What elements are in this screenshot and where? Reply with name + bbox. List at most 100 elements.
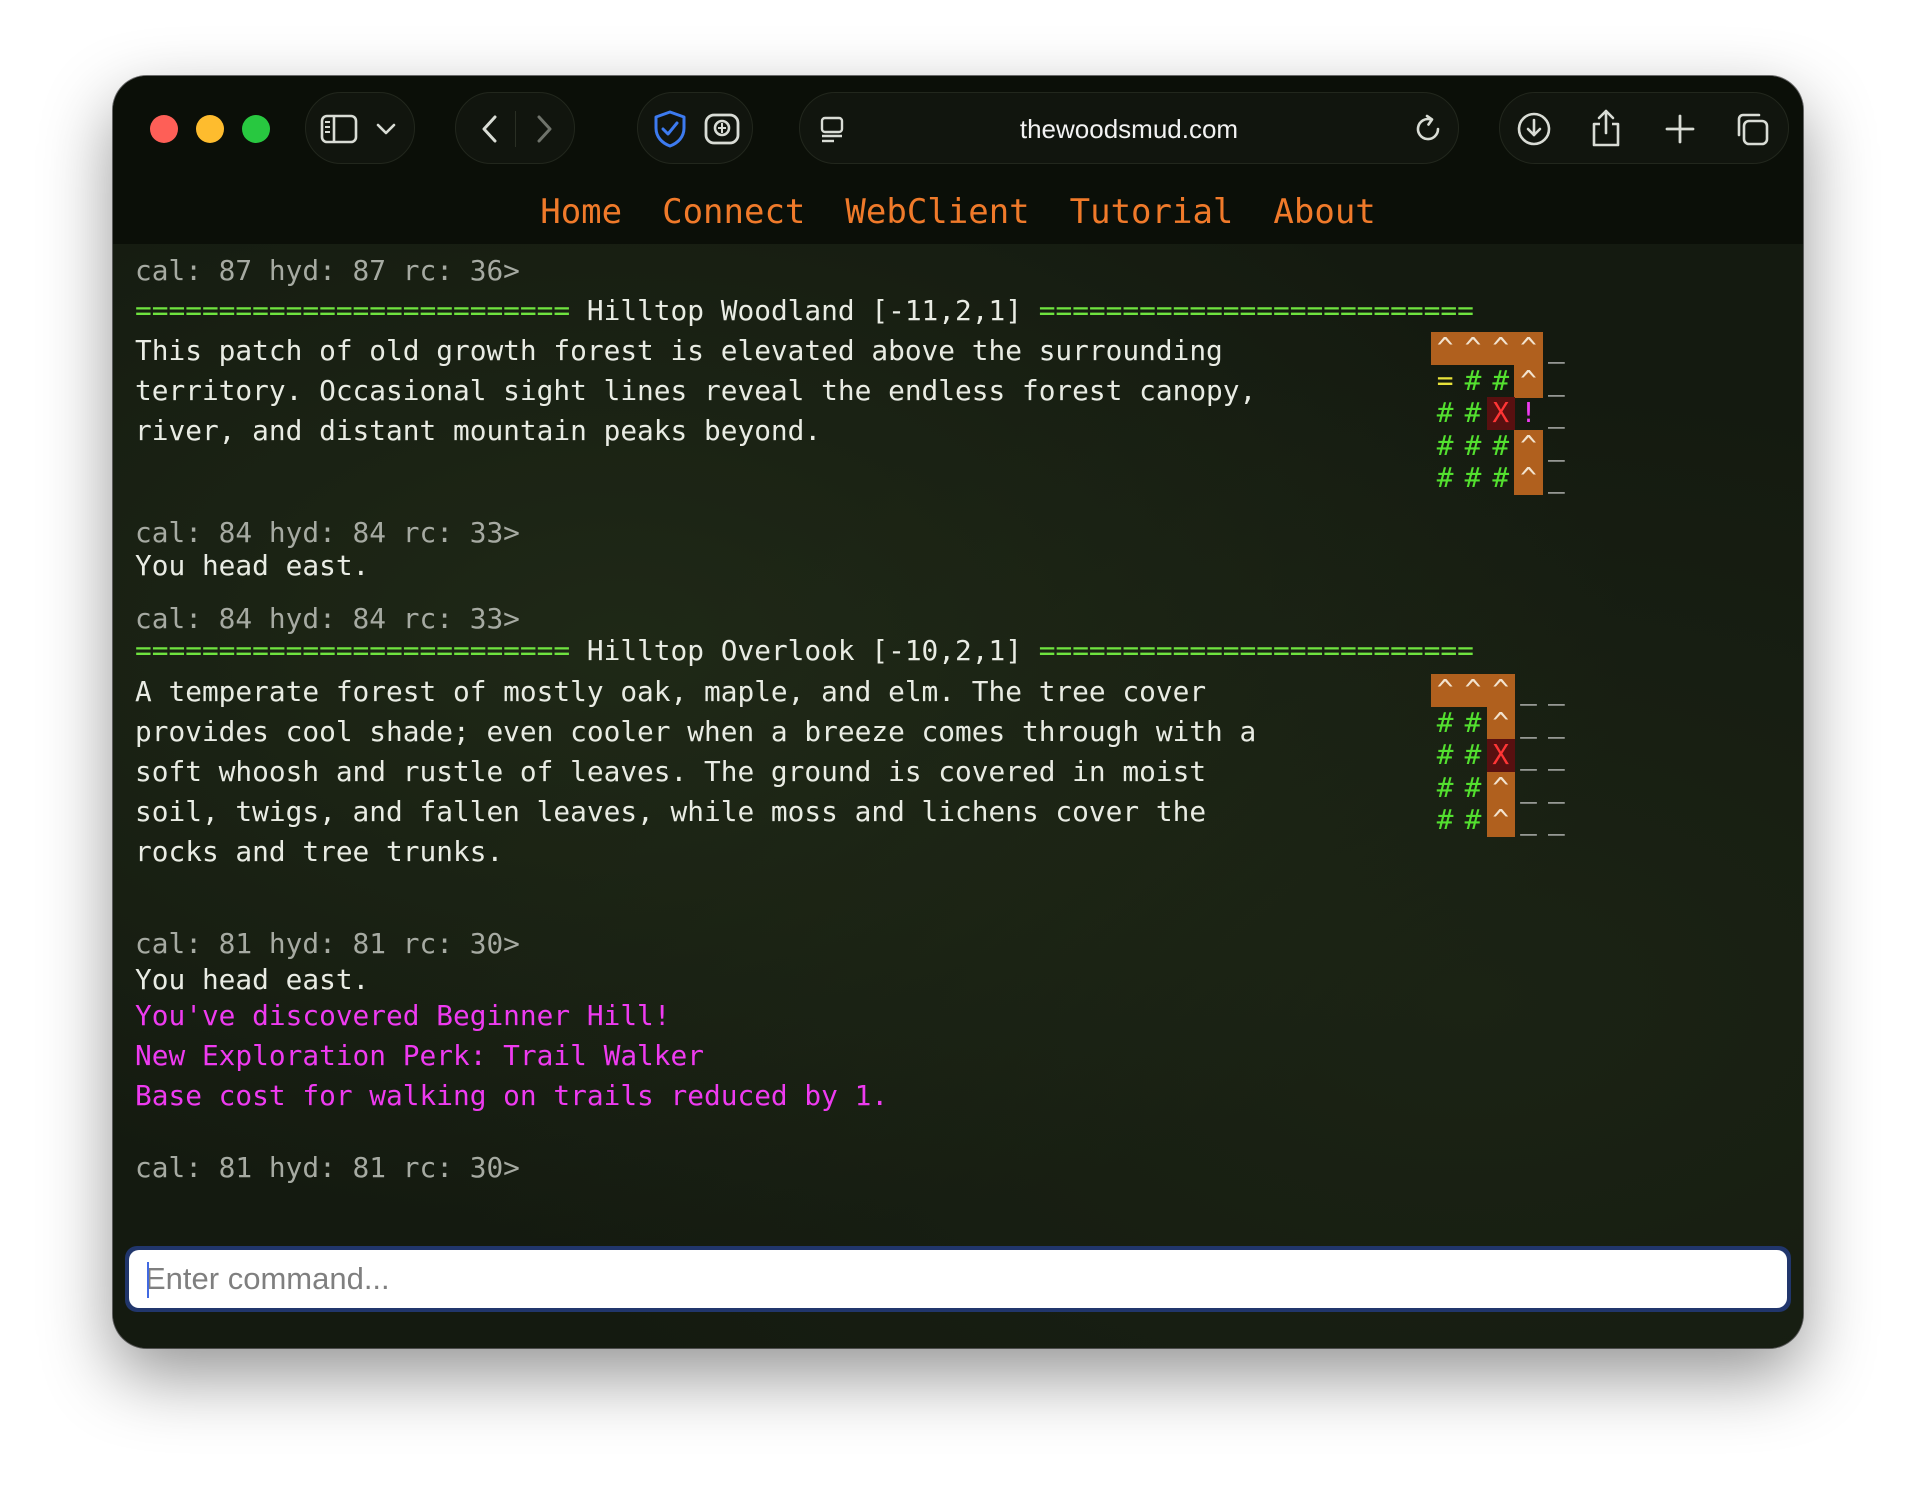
room-title: Hilltop Woodland [-11,2,1] <box>586 294 1022 327</box>
map-cell: # <box>1436 428 1454 462</box>
room-header-line: ========================== Hilltop Woodl… <box>135 291 1474 332</box>
map-cell: _ <box>1547 803 1565 837</box>
nav-about[interactable]: About <box>1273 192 1375 232</box>
map-cell: ^ <box>1514 429 1543 463</box>
minimize-window-button[interactable] <box>196 115 224 143</box>
map-cell: ^ <box>1486 706 1515 740</box>
nav-webclient[interactable]: WebClient <box>845 192 1029 232</box>
map-cell: _ <box>1520 705 1537 739</box>
extension-icon[interactable] <box>700 107 744 151</box>
map-cell: # <box>1436 803 1454 837</box>
prompt-line: cal: 81 hyd: 81 rc: 30> <box>135 927 520 960</box>
perk-description: Base cost for walking on trails reduced … <box>135 1079 889 1112</box>
map-cell: _ <box>1547 363 1565 397</box>
room-description-line: rocks and tree trunks. <box>135 835 504 868</box>
command-input[interactable] <box>129 1250 1787 1308</box>
map-cell: _ <box>1547 461 1565 495</box>
room-description-line: soft whoosh and rustle of leaves. The gr… <box>135 755 1207 788</box>
map-cell: _ <box>1520 803 1537 837</box>
room-description-line: soil, twigs, and fallen leaves, while mo… <box>135 795 1207 828</box>
map-cell: _ <box>1520 738 1537 772</box>
plus-icon[interactable] <box>1658 107 1702 151</box>
map-cell: ^ <box>1514 331 1543 366</box>
map-cell: ^ <box>1486 804 1515 838</box>
map-cell: # <box>1436 770 1454 804</box>
map-cell: _ <box>1547 673 1565 706</box>
shield-check-icon[interactable] <box>648 107 692 151</box>
map-cell: _ <box>1547 705 1565 739</box>
map-cell: ^ <box>1458 673 1488 708</box>
sidebar-pill <box>305 92 415 164</box>
map-cell: X <box>1486 396 1515 431</box>
extensions-pill <box>637 92 753 164</box>
map-cell: # <box>1464 738 1482 772</box>
map-cell: _ <box>1547 331 1565 364</box>
room-map-hilltop-woodland: ^ ^ ^ ^ _ = # # ^ _ # # X! _ # # # ^ _ # # # ^ _ <box>1431 331 1601 532</box>
output-line: You head east. <box>135 963 370 996</box>
map-cell: X <box>1486 738 1515 773</box>
browser-toolbar: thewoodsmud.com <box>113 76 1803 180</box>
forward-arrow-icon[interactable] <box>524 109 564 149</box>
url-text[interactable]: thewoodsmud.com <box>800 93 1458 165</box>
browser-window: thewoodsmud.com Home Connect WebClient T… <box>113 76 1803 1348</box>
prompt-line: cal: 81 hyd: 81 rc: 30> <box>135 1151 520 1184</box>
map-cell: ^ <box>1486 673 1515 708</box>
map-cell: _ <box>1520 673 1537 706</box>
reload-icon[interactable] <box>1408 109 1448 149</box>
map-cell: # <box>1492 428 1510 462</box>
room-title: Hilltop Overlook [-10,2,1] <box>586 634 1022 667</box>
room-description-line: This patch of old growth forest is eleva… <box>135 334 1223 367</box>
room-description-line: provides cool shade; even cooler when a … <box>135 715 1257 748</box>
chevron-down-icon[interactable] <box>370 113 402 145</box>
download-icon[interactable] <box>1512 107 1556 151</box>
nav-home[interactable]: Home <box>540 192 622 232</box>
map-cell: # <box>1492 363 1510 397</box>
map-cell: ^ <box>1486 331 1515 366</box>
room-header-text: ========================== Hilltop Woodl… <box>135 294 1474 327</box>
map-cell: ^ <box>1486 771 1515 805</box>
text-caret <box>147 1262 149 1298</box>
map-cell: ^ <box>1431 331 1460 366</box>
map-cell: ^ <box>1514 462 1543 496</box>
map-cell: # <box>1436 396 1454 430</box>
back-arrow-icon[interactable] <box>470 109 510 149</box>
site-nav: Home Connect WebClient Tutorial About <box>113 180 1803 244</box>
share-icon[interactable] <box>1584 105 1628 151</box>
nav-divider <box>515 111 516 147</box>
terminal-output: cal: 87 hyd: 87 rc: 36> ================… <box>135 244 1775 1184</box>
map-cell: # <box>1436 705 1454 739</box>
map-cell: _ <box>1547 428 1565 462</box>
map-cell: # <box>1464 363 1482 397</box>
page-content: Home Connect WebClient Tutorial About ca… <box>113 180 1803 1348</box>
nav-connect[interactable]: Connect <box>662 192 805 232</box>
room-header-text: ========================== Hilltop Overl… <box>135 634 1474 667</box>
map-cell: # <box>1464 770 1482 804</box>
zoom-window-button[interactable] <box>242 115 270 143</box>
history-nav-pill <box>455 92 575 164</box>
map-cell: = <box>1436 363 1454 397</box>
map-cell: _ <box>1520 770 1537 804</box>
tabs-overview-icon[interactable] <box>1730 107 1774 151</box>
map-cell: # <box>1436 738 1454 772</box>
map-cell: # <box>1436 461 1454 495</box>
address-bar[interactable]: thewoodsmud.com <box>799 92 1459 164</box>
room-header-line: ========================== Hilltop Overl… <box>135 631 1474 672</box>
room-description-line: river, and distant mountain peaks beyond… <box>135 414 822 447</box>
map-cell: _ <box>1547 396 1565 430</box>
map-cell: ^ <box>1458 331 1488 366</box>
map-cell: _ <box>1547 738 1565 772</box>
actions-pill <box>1499 92 1789 164</box>
nav-tutorial[interactable]: Tutorial <box>1070 192 1234 232</box>
command-bar <box>125 1246 1791 1312</box>
perk-notice: New Exploration Perk: Trail Walker <box>135 1039 704 1072</box>
map-cell: # <box>1464 461 1482 495</box>
map-cell: # <box>1464 803 1482 837</box>
room-description-line: territory. Occasional sight lines reveal… <box>135 374 1257 407</box>
map-cell: # <box>1492 461 1510 495</box>
output-line: You head east. <box>135 549 370 582</box>
prompt-line: cal: 87 hyd: 87 rc: 36> <box>135 254 520 287</box>
discovery-notice: You've discovered Beginner Hill! <box>135 999 671 1032</box>
close-window-button[interactable] <box>150 115 178 143</box>
map-cell: _ <box>1547 770 1565 804</box>
sidebar-icon[interactable] <box>318 108 360 150</box>
